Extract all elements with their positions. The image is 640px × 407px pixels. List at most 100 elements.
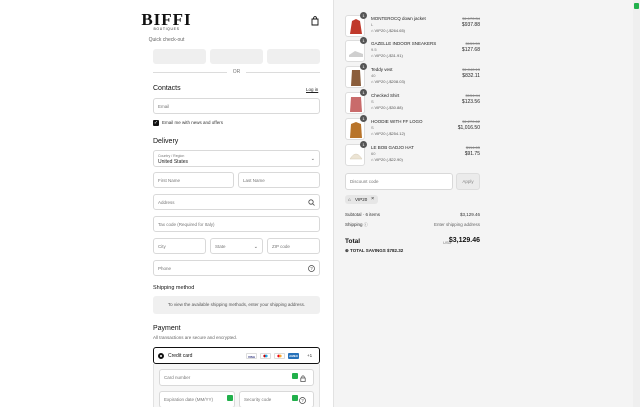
shipping-value: Enter shipping address <box>433 222 480 227</box>
item-size: 40 <box>371 73 376 78</box>
item-name: LE BOB GADJO HAT <box>371 145 414 150</box>
scrollbar[interactable] <box>633 0 640 407</box>
item-discount-text: VIP20 (-$22.90) <box>374 157 403 162</box>
help-icon[interactable]: ? <box>308 265 315 272</box>
subtotal-value: $3,129.46 <box>459 212 480 217</box>
item-price: $91.75 <box>464 151 480 157</box>
quantity-badge: 1 <box>360 12 367 19</box>
item-name: GAZELLE INDOOR SNEAKERS <box>371 41 437 46</box>
expiry-field[interactable]: Expiration date (MM/YY) <box>159 391 235 407</box>
svg-text:?: ? <box>310 266 313 271</box>
payment-heading: Payment <box>153 325 181 332</box>
shipping-heading: Shipping method <box>153 285 195 291</box>
login-link[interactable]: Log in <box>306 87 318 92</box>
item-price: $123.56 <box>461 99 480 105</box>
item-size: S <box>371 125 374 130</box>
help-icon[interactable]: ? <box>299 397 306 404</box>
item-size: S <box>371 99 374 104</box>
payment-note: All transactions are secure and encrypte… <box>153 335 238 340</box>
phone-field[interactable]: Phone ? <box>153 260 320 276</box>
shipping-info-box: To view the available shipping methods, … <box>153 296 320 314</box>
search-icon <box>308 199 315 206</box>
status-indicator-icon <box>634 3 639 9</box>
amex-icon: AMEX <box>288 353 299 359</box>
last-name-field[interactable]: Last Name <box>238 172 320 188</box>
security-code-placeholder: Security code <box>244 397 272 402</box>
item-price: $1,016.50 <box>457 125 480 131</box>
zip-field[interactable]: ZIP code <box>267 238 320 254</box>
item-discount-text: VIP20 (-$254.12) <box>374 131 405 136</box>
item-name: MONTEROCQ down jacket <box>371 16 426 21</box>
product-image <box>350 19 362 34</box>
item-original-price: $114.65 <box>465 145 480 150</box>
item-price: $937.88 <box>461 22 480 28</box>
newsletter-checkbox[interactable]: ✓ <box>153 120 159 126</box>
card-number-field[interactable]: Card number <box>159 369 314 386</box>
tag-icon: ⌂ <box>348 197 351 202</box>
discount-chip: ⌂ VIP20 × <box>345 195 378 204</box>
tax-code-field[interactable]: Tax code (Required for Italy) <box>153 216 320 232</box>
quantity-badge: 1 <box>360 63 367 70</box>
email-placeholder: Email <box>158 104 170 109</box>
shopping-bag-icon[interactable] <box>311 16 319 26</box>
tax-code-placeholder: Tax code (Required for Italy) <box>158 222 215 227</box>
email-field[interactable]: Email <box>153 98 320 114</box>
subtotal-row: Subtotal · 6 items $3,129.46 <box>345 212 480 217</box>
city-field[interactable]: City <box>153 238 206 254</box>
country-label: Country / Region <box>158 154 185 158</box>
maestro-icon <box>260 353 271 359</box>
total-value: $3,129.46 <box>448 237 480 244</box>
quantity-badge: 1 <box>360 37 367 44</box>
state-placeholder: State <box>215 244 226 249</box>
autofill-indicator-icon <box>292 373 298 379</box>
quantity-badge: 1 <box>360 115 367 122</box>
or-divider: OR <box>153 69 320 76</box>
quick-checkout-label: Quick check-out <box>148 37 185 43</box>
order-item: 1 GAZELLE INDOOR SNEAKERS 9.5 ⌂ VIP20 (-… <box>345 37 480 62</box>
address-field[interactable]: Address <box>153 194 320 210</box>
city-placeholder: City <box>158 244 166 249</box>
credit-card-radio[interactable] <box>158 353 164 359</box>
delivery-heading: Delivery <box>153 138 179 145</box>
country-value: United States <box>158 159 189 165</box>
checkout-form-panel: BIFFI BOUTIQUES Quick check-out OR Conta… <box>0 0 333 407</box>
item-original-price: $1,040.13 <box>462 67 480 72</box>
first-name-field[interactable]: First Name <box>153 172 234 188</box>
order-item: 1 LE BOB GADJO HAT 60 ⌂ VIP20 (-$22.90) … <box>345 141 480 166</box>
lock-icon <box>300 375 306 382</box>
credit-card-option[interactable]: Credit card VISA AMEX +1 <box>153 347 320 364</box>
express-pay-button-3[interactable] <box>267 49 320 64</box>
product-image <box>350 122 362 138</box>
country-select[interactable]: Country / Region United States ⌄ <box>153 150 320 167</box>
express-pay-button-1[interactable] <box>153 49 206 64</box>
item-discount: ⌂ VIP20 (-$254.12) <box>371 131 405 136</box>
item-name: Checked Shirt <box>371 93 400 98</box>
total-savings: ⊛ TOTAL SAVINGS $782.32 <box>345 248 403 254</box>
item-price: $127.68 <box>461 47 480 53</box>
last-name-placeholder: Last Name <box>243 178 265 183</box>
product-image <box>350 97 362 112</box>
discount-code-placeholder: Discount code <box>350 179 379 184</box>
discount-code-input[interactable]: Discount code <box>345 173 453 190</box>
apply-discount-button[interactable]: Apply <box>456 173 480 190</box>
credit-card-label: Credit card <box>168 353 193 359</box>
item-original-price: $159.59 <box>465 41 480 46</box>
item-name: HOODIE WITH FF LOGO <box>371 119 423 124</box>
brand-subtitle: BOUTIQUES <box>153 27 180 31</box>
state-select[interactable]: State ⌄ <box>210 238 263 254</box>
item-discount-text: VIP20 (-$208.03) <box>374 79 405 84</box>
discount-chip-label: VIP20 <box>355 197 368 202</box>
security-code-field[interactable]: Security code ? <box>239 391 314 407</box>
order-item: 1 MONTEROCQ down jacket L ⌂ VIP20 (-$264… <box>345 12 480 37</box>
contacts-heading: Contacts <box>153 85 181 92</box>
visa-icon: VISA <box>246 353 257 359</box>
item-discount: ⌂ VIP20 (-$31.91) <box>371 53 403 58</box>
phone-placeholder: Phone <box>158 266 172 271</box>
shipping-label: Shipping <box>345 222 363 227</box>
item-size: L <box>371 22 374 27</box>
item-discount-text: VIP20 (-$264.65) <box>374 28 405 33</box>
remove-discount-icon[interactable]: × <box>371 196 374 202</box>
shipping-row: Shipping ⓘ Enter shipping address <box>345 222 480 228</box>
info-icon[interactable]: ⓘ <box>364 222 368 227</box>
express-pay-button-2[interactable] <box>210 49 263 64</box>
